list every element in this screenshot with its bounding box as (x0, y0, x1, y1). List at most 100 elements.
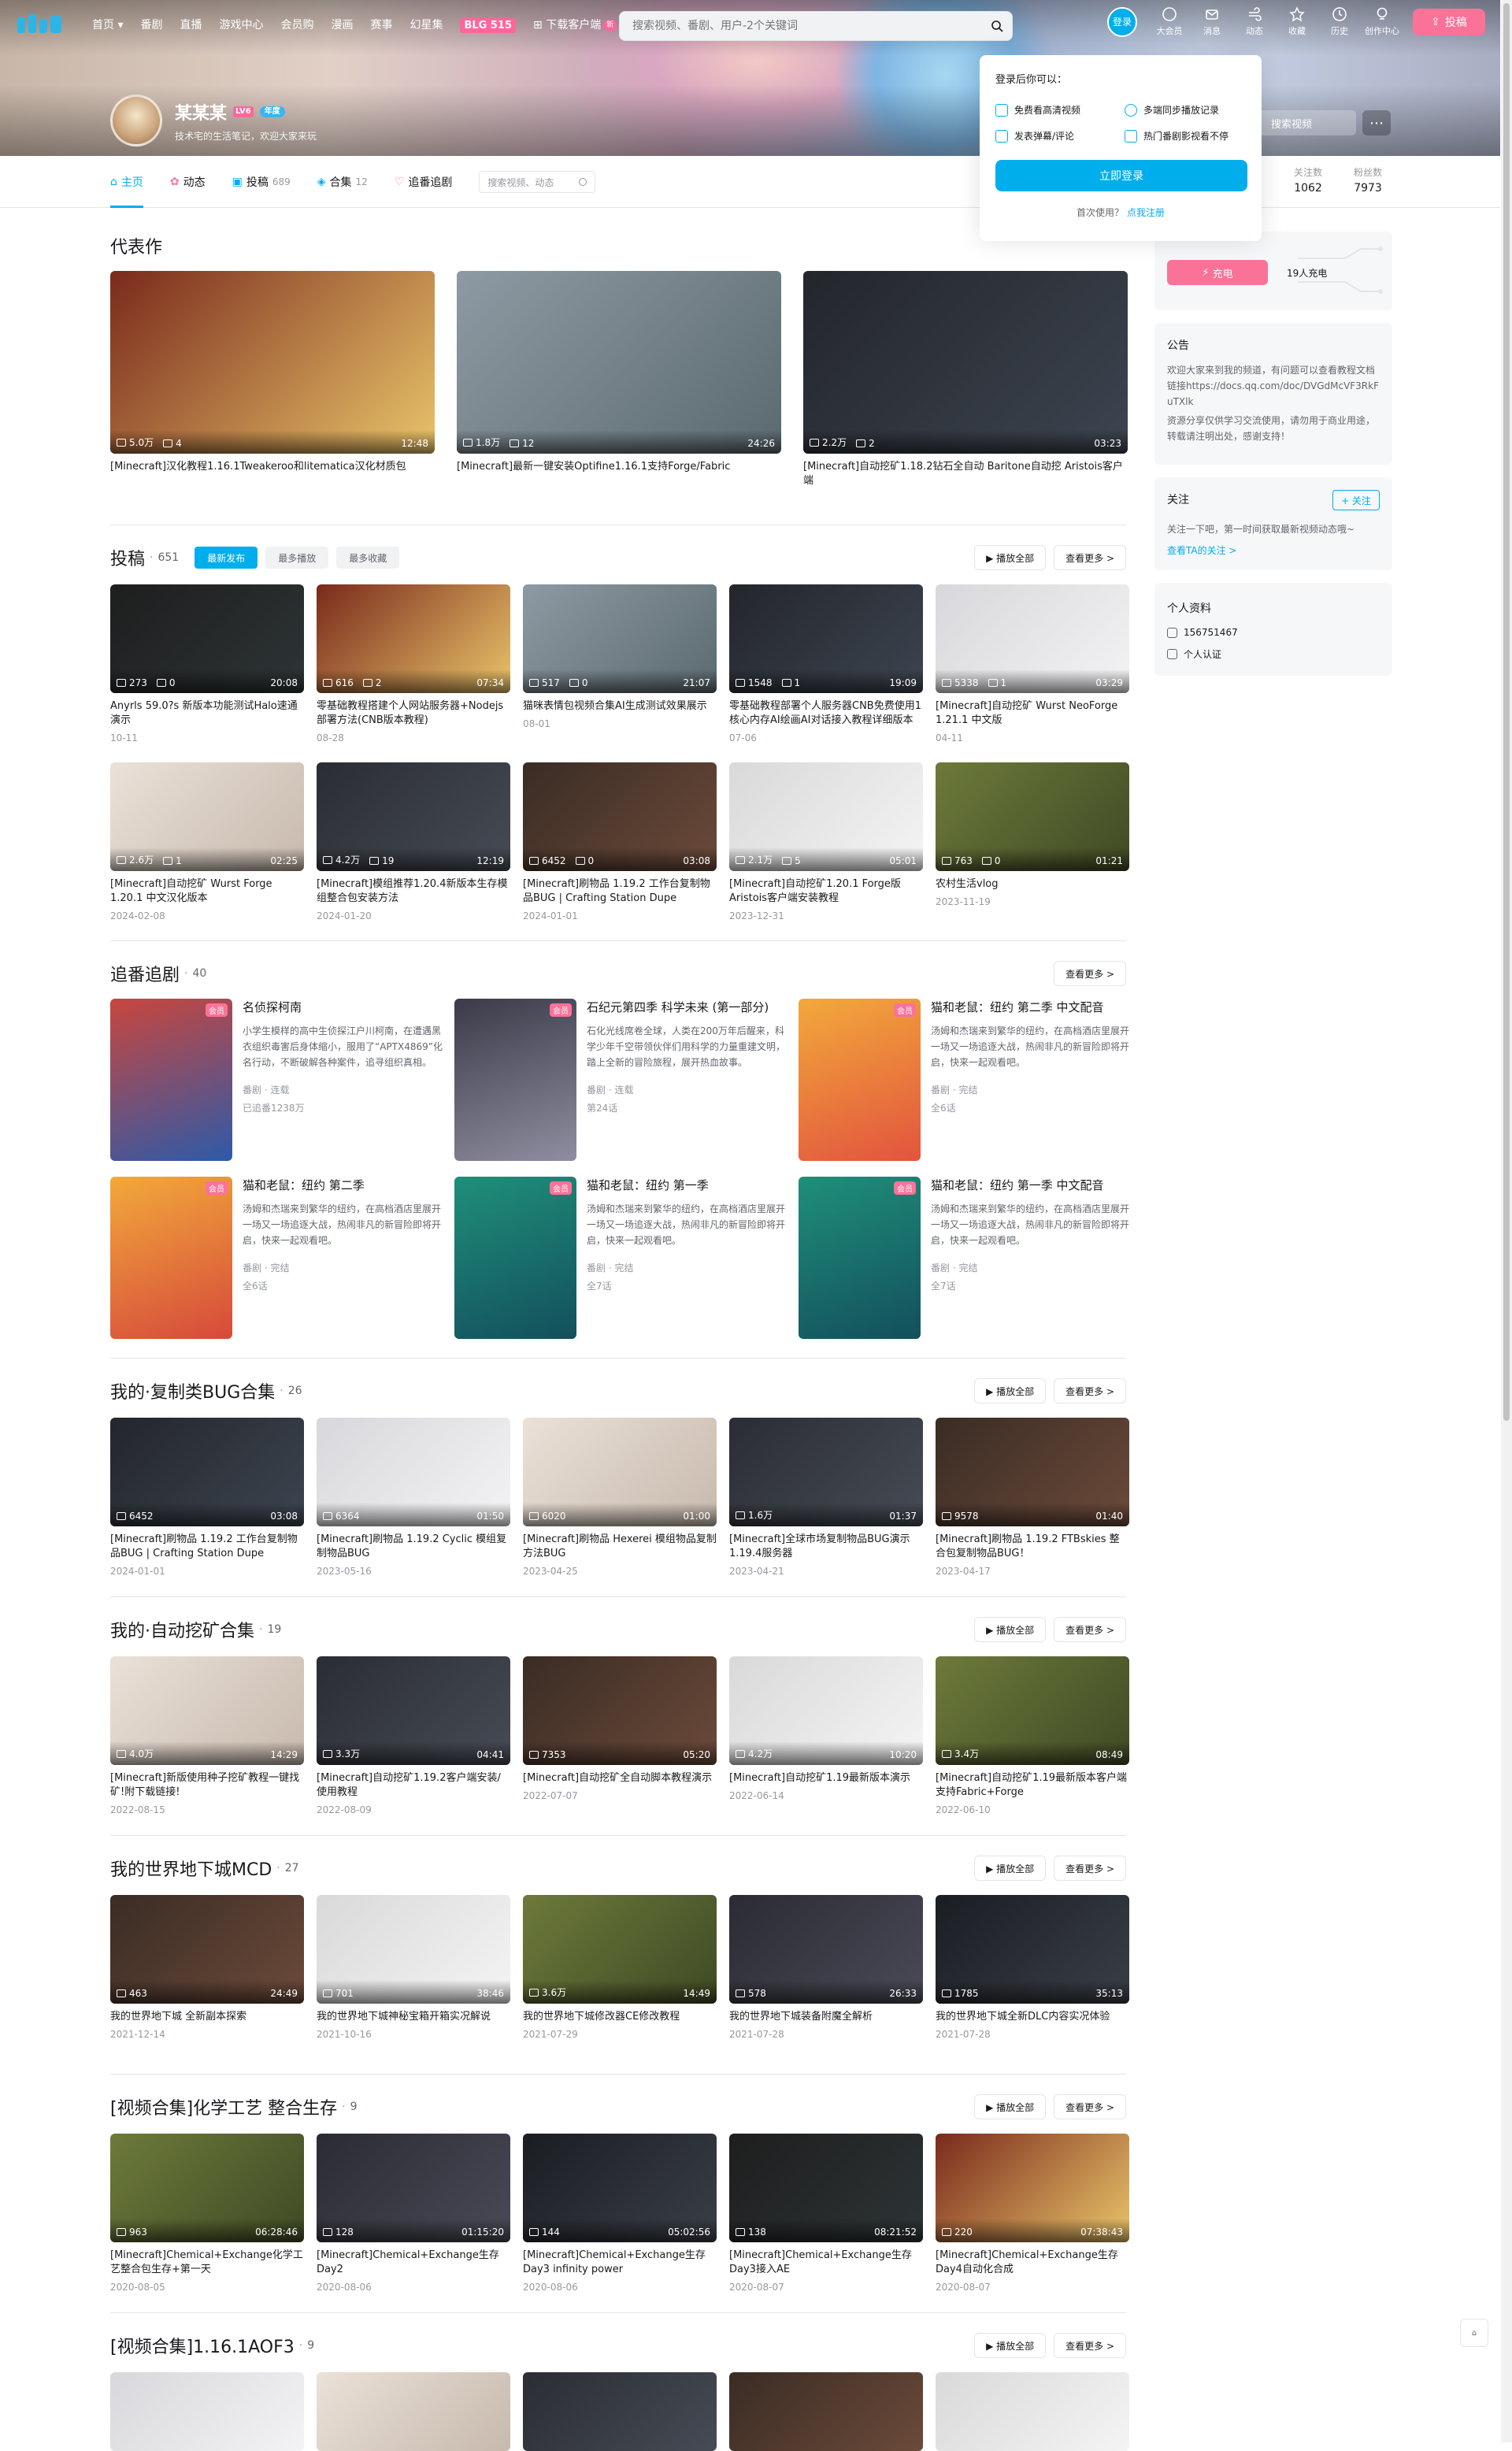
video-card[interactable]: 578 26:33 我的世界地下城装备附魔全解析 2021-07-28 (729, 1895, 923, 2040)
view-more-button[interactable]: 查看更多 > (1054, 1617, 1126, 1642)
register-link[interactable]: 点我注册 (1127, 207, 1165, 218)
video-card[interactable]: 5338 1 03:29 [Minecraft]自动挖矿 Wurst NeoForge… (936, 584, 1129, 743)
video-card[interactable]: 3.6万 14:49 我的世界地下城修改器CE修改教程 2021-07-29 (523, 1895, 717, 2040)
video-cover[interactable] (523, 2372, 717, 2451)
video-card[interactable]: 2.6万 1 02:25 [Minecraft]自动挖矿 Wurst Forge 1.… (110, 762, 304, 921)
nav-favorites[interactable]: 收藏 (1276, 6, 1318, 37)
video-card[interactable]: 1.8万 12 24:26 [Minecraft]最新一键安装Optifine1.16… (457, 271, 781, 474)
video-cover[interactable]: 138 08:21:52 (729, 2134, 923, 2242)
video-card[interactable]: 220 07:38:43 [Minecraft]Chemical+Exchange生… (936, 2134, 1129, 2293)
video-cover[interactable]: 4.2万 19 12:19 (317, 762, 510, 871)
video-cover[interactable]: 6020 01:00 (523, 1418, 717, 1526)
video-card[interactable]: 138 08:21:52 [Minecraft]Chemical+Exchange生… (729, 2134, 923, 2293)
video-title[interactable]: 零基础教程搭建个人网站服务器+Nodejs部署方法(CNB版本教程) (317, 699, 510, 728)
video-cover[interactable]: 463 24:49 (110, 1895, 304, 2004)
play-all-button[interactable]: ▶ 播放全部 (974, 1378, 1047, 1403)
video-card[interactable]: 3.4万 08:49 [Minecraft]自动挖矿1.19最新版本客户端支持Fab… (936, 1656, 1129, 1815)
user-avatar[interactable] (110, 95, 162, 146)
login-avatar[interactable]: 登录 (1107, 6, 1137, 37)
video-card[interactable]: 273 0 20:08 Anyrls 59.0?s 新版本功能测试Halo速通演示 10… (110, 584, 304, 743)
video-cover[interactable]: 578 26:33 (729, 1895, 923, 2004)
video-cover[interactable]: 144 05:02:56 (523, 2134, 717, 2242)
nav-item-esports[interactable]: 赛事 (361, 0, 401, 50)
video-cover[interactable] (317, 2372, 510, 2451)
tab-home[interactable]: ⌂ 主页 (110, 156, 143, 208)
video-title[interactable]: [Minecraft]Chemical+Exchange生存Day3接入AE (729, 2249, 923, 2277)
series-title[interactable]: 猫和老鼠：纽约 第二季 中文配音 (931, 999, 1134, 1015)
video-title[interactable]: 猫咪表情包视频合集AI生成测试效果展示 (523, 699, 717, 714)
upload-button[interactable]: ⇪ 投稿 (1413, 8, 1485, 35)
nav-dynamic[interactable]: 动态 (1233, 6, 1276, 37)
video-title[interactable]: [Minecraft]自动挖矿1.20.1 Forge版Aristois客户端安… (729, 877, 923, 906)
series-title[interactable]: 猫和老鼠：纽约 第二季 (243, 1177, 446, 1193)
filter-most-favorited[interactable]: 最多收藏 (336, 547, 400, 569)
series-cover[interactable]: 会员 (799, 999, 921, 1161)
video-cover[interactable]: 3.4万 08:49 (936, 1656, 1129, 1765)
series-cover[interactable]: 会员 (799, 1177, 921, 1339)
video-cover[interactable]: 963 06:28:46 (110, 2134, 304, 2242)
video-card[interactable]: 701 38:46 我的世界地下城神秘宝箱开箱实况解说 2021-10-16 (317, 1895, 510, 2040)
video-title[interactable]: [Minecraft]刷物品 1.19.2 工作台复制物品BUG | Craft… (523, 877, 717, 906)
video-card[interactable]: 5.0万 4 12:48 [Minecraft]汉化教程1.16.1Tweakeroo… (110, 271, 435, 474)
video-cover[interactable]: 9578 01:40 (936, 1418, 1129, 1526)
view-more-button[interactable]: 查看更多 > (1054, 2094, 1126, 2119)
video-cover[interactable]: 273 0 20:08 (110, 584, 304, 693)
video-cover[interactable]: 517 0 21:07 (523, 584, 717, 693)
video-card[interactable]: 6452 0 03:08 [Minecraft]刷物品 1.19.2 工作台复制物品B… (523, 762, 717, 921)
series-card[interactable]: 会员 猫和老鼠：纽约 第二季 汤姆和杰瑞来到繁华的纽约，在高档酒店里展开一场又一场追… (110, 1177, 446, 1339)
filter-most-played[interactable]: 最多播放 (265, 547, 329, 569)
video-cover[interactable]: 1548 1 19:09 (729, 584, 923, 693)
nav-item-comic[interactable]: 漫画 (322, 0, 361, 50)
video-title[interactable]: [Minecraft]最新一键安装Optifine1.16.1支持Forge/F… (457, 460, 781, 474)
series-cover[interactable]: 会员 (454, 999, 576, 1161)
video-card[interactable]: 144 05:02:56 [Minecraft]Chemical+Exchange生… (523, 2134, 717, 2293)
more-options-button[interactable]: ⋯ (1362, 110, 1391, 135)
video-card[interactable]: 2.1万 5 05:01 [Minecraft]自动挖矿1.20.1 Forge版Ar… (729, 762, 923, 921)
video-cover[interactable] (936, 2372, 1129, 2451)
video-title[interactable]: 我的世界地下城神秘宝箱开箱实况解说 (317, 2010, 510, 2024)
nav-history[interactable]: 历史 (1318, 6, 1361, 37)
video-card[interactable]: 1548 1 19:09 零基础教程部署个人服务器CNB免费使用1核心内存AI绘画AI… (729, 584, 923, 743)
series-card[interactable]: 会员 名侦探柯南 小学生模样的高中生侦探江户川柯南，在遭遇黑衣组织毒害后身体缩小，服… (110, 999, 446, 1161)
view-more-button[interactable]: 查看更多 > (1054, 545, 1126, 570)
video-title[interactable]: [Minecraft]刷物品 Hexerei 模组物品复制方法BUG (523, 1533, 717, 1561)
video-card[interactable]: 6020 01:00 [Minecraft]刷物品 Hexerei 模组物品复制方法… (523, 1418, 717, 1577)
play-all-button[interactable]: ▶ 播放全部 (974, 2094, 1047, 2119)
video-card[interactable]: 4.0万 14:29 [Minecraft]新版使用种子挖矿教程一键找矿!附下载链接… (110, 1656, 304, 1815)
series-title[interactable]: 名侦探柯南 (243, 999, 446, 1015)
section-title[interactable]: [视频合集]化学工艺 整合生存 (110, 2094, 337, 2119)
video-card[interactable] (317, 2372, 510, 2451)
video-cover[interactable]: 128 01:15:20 (317, 2134, 510, 2242)
video-title[interactable]: [Minecraft]刷物品 1.19.2 工作台复制物品BUG | Craft… (110, 1533, 304, 1561)
video-card[interactable]: 2.2万 2 03:23 [Minecraft]自动挖矿1.18.2钻石全自动 Bar… (803, 271, 1128, 488)
nav-item-home[interactable]: 首页 ▾ (83, 0, 132, 50)
video-title[interactable]: [Minecraft]Chemical+Exchange生存Day3 infin… (523, 2249, 717, 2277)
nav-item-game-center[interactable]: 游戏中心 (210, 0, 272, 50)
search-button[interactable] (984, 13, 1010, 39)
video-cover[interactable]: 4.2万 10:20 (729, 1656, 923, 1765)
video-cover[interactable]: 763 0 01:21 (936, 762, 1129, 871)
video-title[interactable]: [Minecraft]自动挖矿 Wurst Forge 1.20.1 中文汉化版… (110, 877, 304, 906)
video-title[interactable]: 我的世界地下城 全新副本探索 (110, 2010, 304, 2024)
video-cover[interactable]: 3.3万 04:41 (317, 1656, 510, 1765)
tab-search-input[interactable]: 搜索视频、动态 (479, 171, 596, 193)
video-card[interactable]: 4.2万 19 12:19 [Minecraft]模组推荐1.20.4新版本生存模组整… (317, 762, 510, 921)
customer-service-button[interactable]: ⌂ (1460, 2319, 1488, 2347)
series-title[interactable]: 猫和老鼠：纽约 第一季 中文配音 (931, 1177, 1134, 1193)
play-all-button[interactable]: ▶ 播放全部 (974, 545, 1047, 570)
video-card[interactable]: 1.6万 01:37 [Minecraft]全球市场复制物品BUG演示1.19.4服… (729, 1418, 923, 1577)
video-cover[interactable] (110, 2372, 304, 2451)
site-logo[interactable] (16, 11, 71, 38)
video-card[interactable]: 763 0 01:21 农村生活vlog 2023-11-19 (936, 762, 1129, 907)
tab-collections[interactable]: ◈ 合集 12 (317, 156, 368, 208)
video-cover[interactable]: 701 38:46 (317, 1895, 510, 2004)
series-title[interactable]: 猫和老鼠：纽约 第一季 (587, 1177, 790, 1193)
charge-button[interactable]: ⚡ 充电 (1167, 260, 1268, 285)
nav-creator[interactable]: 创作中心 (1361, 6, 1403, 37)
nav-messages[interactable]: 消息 (1191, 6, 1233, 37)
nav-item-game-event[interactable]: BLG 515 (451, 0, 524, 51)
banner-search[interactable]: 搜索视频 (1252, 110, 1356, 135)
video-title[interactable]: [Minecraft]自动挖矿全自动脚本教程演示 (523, 1771, 717, 1785)
series-card[interactable]: 会员 猫和老鼠：纽约 第一季 汤姆和杰瑞来到繁华的纽约，在高档酒店里展开一场又一场追… (454, 1177, 790, 1339)
scrollbar[interactable] (1501, 0, 1512, 2442)
